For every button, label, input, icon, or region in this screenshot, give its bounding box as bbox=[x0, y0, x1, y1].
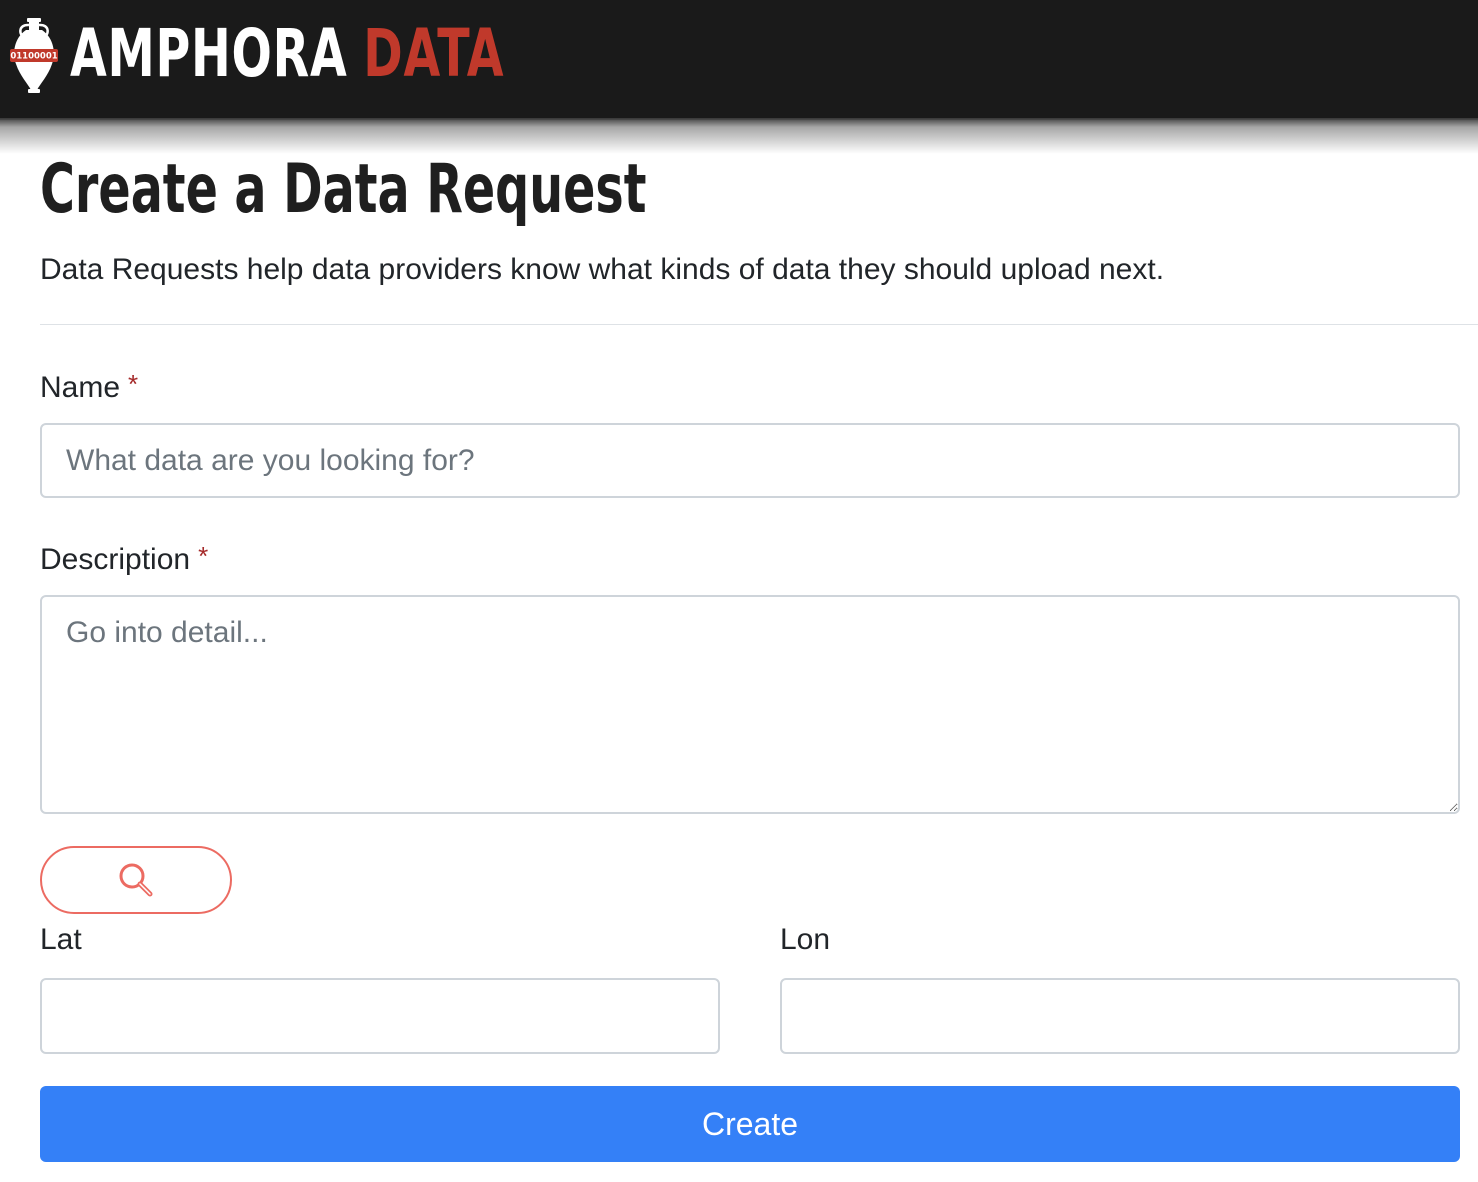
description-textarea[interactable] bbox=[40, 595, 1460, 814]
amphora-logo-icon: 01100001 bbox=[10, 18, 58, 93]
lon-label: Lon bbox=[780, 923, 831, 956]
brand-wordmark: AMPHORA DATA bbox=[70, 14, 504, 94]
divider bbox=[40, 324, 1478, 325]
name-label: Name * bbox=[40, 366, 138, 406]
navbar-border bbox=[0, 118, 1478, 120]
brand-name-primary: AMPHORA bbox=[70, 15, 348, 92]
page-subtitle: Data Requests help data providers know w… bbox=[40, 253, 1165, 286]
navbar-shadow bbox=[0, 118, 1478, 154]
lon-input[interactable] bbox=[780, 978, 1460, 1054]
lat-input[interactable] bbox=[40, 978, 720, 1054]
description-label: Description * bbox=[40, 538, 208, 578]
brand-name-accent: DATA bbox=[363, 15, 505, 92]
page-title: Create a Data Request bbox=[40, 150, 647, 229]
search-icon bbox=[119, 863, 153, 897]
description-label-text: Description bbox=[40, 543, 191, 576]
name-label-text: Name bbox=[40, 371, 121, 404]
location-search-button[interactable] bbox=[40, 846, 232, 914]
navbar: 01100001 AMPHORA DATA bbox=[0, 0, 1478, 118]
create-button[interactable]: Create bbox=[40, 1086, 1460, 1162]
logo-badge-text: 01100001 bbox=[10, 52, 57, 62]
brand-link[interactable]: 01100001 AMPHORA DATA bbox=[8, 14, 673, 94]
required-marker: * bbox=[128, 369, 139, 399]
required-marker: * bbox=[198, 541, 209, 571]
name-input[interactable] bbox=[40, 423, 1460, 498]
lat-label: Lat bbox=[40, 923, 82, 956]
